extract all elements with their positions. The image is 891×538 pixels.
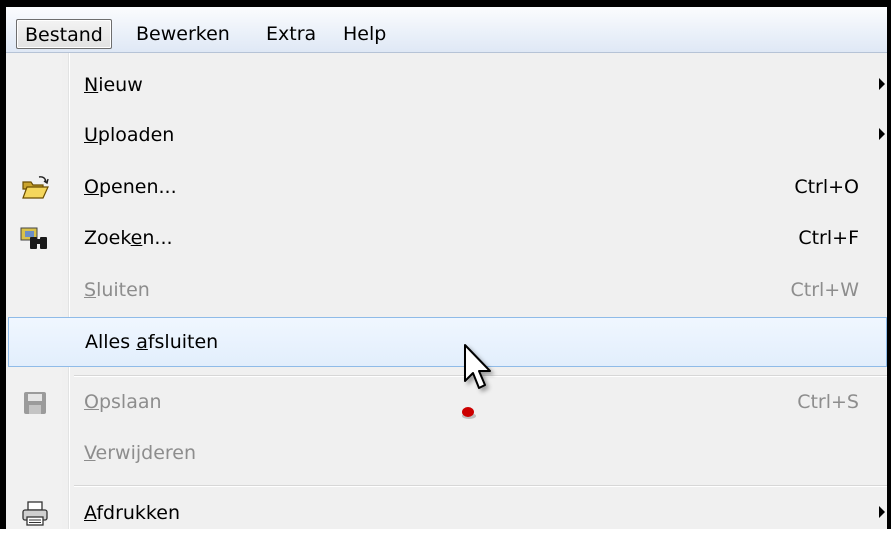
menu-item-openen[interactable]: Openen... Ctrl+O xyxy=(6,162,887,212)
menu-help[interactable]: Help xyxy=(335,19,394,49)
menu-item-label: Sluiten xyxy=(84,279,150,301)
floppy-disk-icon xyxy=(20,389,50,417)
menu-item-nieuw[interactable]: Nieuw xyxy=(6,60,887,110)
click-indicator-icon xyxy=(461,403,477,419)
printer-icon xyxy=(20,500,50,528)
shortcut-label: Ctrl+W xyxy=(790,279,859,301)
submenu-arrow-icon xyxy=(879,128,885,140)
bestand-dropdown-menu: Nieuw Uploaden Openen... Ctrl+O Zoeken..… xyxy=(6,53,887,529)
mouse-pointer-icon xyxy=(462,343,502,399)
binoculars-icon xyxy=(20,225,50,253)
menu-item-label: Verwijderen xyxy=(84,442,197,464)
menu-item-label: Uploaden xyxy=(84,124,175,146)
menu-item-sluiten: Sluiten Ctrl+W xyxy=(6,265,887,315)
shortcut-label: Ctrl+F xyxy=(798,227,859,249)
menu-item-alles-afsluiten[interactable]: Alles afsluiten xyxy=(8,317,887,367)
menu-extra[interactable]: Extra xyxy=(258,19,324,49)
menu-item-uploaden[interactable]: Uploaden xyxy=(6,110,887,160)
menu-item-label: Alles afsluiten xyxy=(85,331,219,353)
submenu-arrow-icon xyxy=(879,78,885,90)
menu-bestand[interactable]: Bestand xyxy=(16,19,112,49)
menu-item-label: Afdrukken xyxy=(84,502,180,524)
menu-item-label: Zoeken... xyxy=(84,227,173,249)
shortcut-label: Ctrl+S xyxy=(797,391,859,413)
menu-item-opslaan: Opslaan Ctrl+S xyxy=(6,377,887,427)
menu-separator xyxy=(74,485,887,487)
menu-item-afdrukken[interactable]: Afdrukken xyxy=(6,488,887,538)
shortcut-label: Ctrl+O xyxy=(794,176,859,198)
submenu-arrow-icon xyxy=(879,506,885,518)
open-folder-icon xyxy=(20,174,50,202)
menu-item-zoeken[interactable]: Zoeken... Ctrl+F xyxy=(6,213,887,263)
menu-item-label: Nieuw xyxy=(84,74,143,96)
menu-item-label: Opslaan xyxy=(84,391,162,413)
menu-item-verwijderen: Verwijderen xyxy=(6,428,887,478)
menu-item-label: Openen... xyxy=(84,176,177,198)
menu-bewerken[interactable]: Bewerken xyxy=(128,19,238,49)
menu-bar: Bestand Bewerken Extra Help xyxy=(6,7,887,53)
